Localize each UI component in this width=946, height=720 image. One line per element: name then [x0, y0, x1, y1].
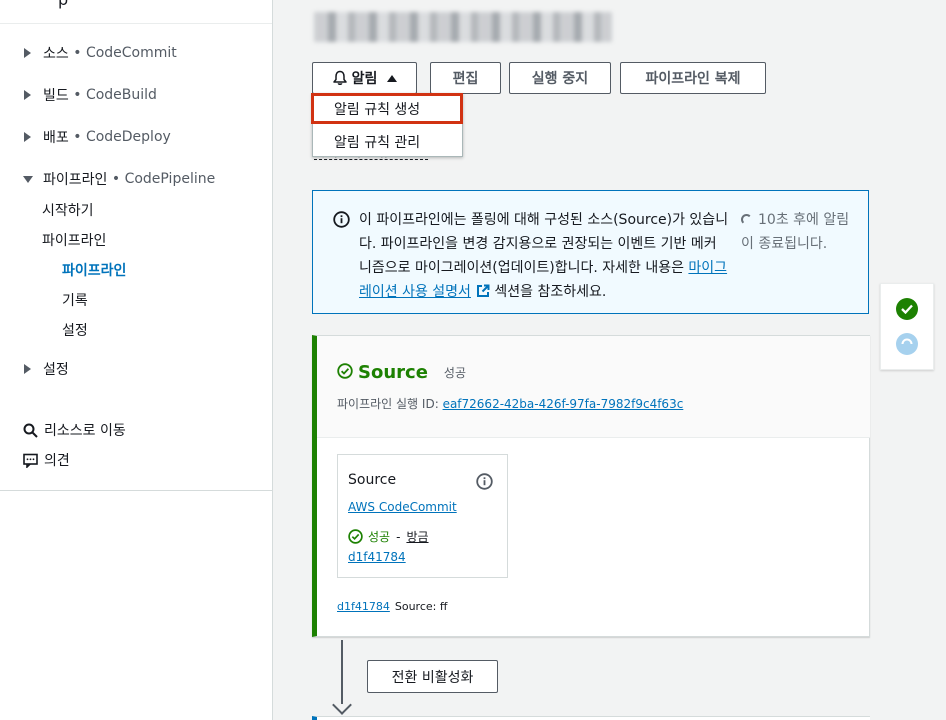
action-card-source: Source AWS CodeCommit 성공 - 방금 d1f41784 — [337, 454, 508, 578]
sidebar-group-label: 소스 — [43, 46, 69, 62]
sidebar-group-deploy[interactable]: 배포 • CodeDeploy — [22, 127, 171, 147]
stage-card-source: Source 성공 파이프라인 실행 ID: eaf72662-42ba-426… — [312, 335, 870, 637]
sidebar-util-label: 의견 — [44, 453, 70, 469]
pending-status-icon[interactable] — [896, 333, 918, 355]
sidebar-group-service: CodeCommit — [85, 45, 177, 61]
action-provider-link[interactable]: AWS CodeCommit — [348, 500, 457, 514]
main-content: 알림 편집 실행 중지 파이프라인 복제 파이프라인 유형: V1 알림 규칙 … — [274, 0, 946, 720]
execution-id-label: 파이프라인 실행 ID: — [337, 397, 439, 411]
caret-up-icon — [387, 74, 398, 82]
action-commit-link[interactable]: d1f41784 — [348, 550, 406, 564]
banner-message: 이 파이프라인에는 폴링에 대해 구성된 소스(Source)가 있습니다. 파… — [359, 208, 729, 306]
caret-right-icon — [24, 90, 31, 100]
stage-header: Source 성공 파이프라인 실행 ID: eaf72662-42ba-426… — [317, 336, 870, 438]
sidebar-group-service: CodeBuild — [85, 87, 157, 103]
sidebar-group-settings[interactable]: 설정 — [22, 359, 69, 379]
menu-item-create-notification-rule[interactable]: 알림 규칙 생성 — [311, 93, 463, 124]
notify-button-label: 알림 — [351, 71, 378, 87]
sidebar-divider — [0, 490, 272, 491]
action-status-time[interactable]: 방금 — [406, 528, 428, 545]
feedback-icon — [22, 452, 38, 468]
sidebar-header-title: p — [58, 0, 68, 9]
sidebar-group-build[interactable]: 빌드 • CodeBuild — [22, 85, 157, 105]
execution-id-row: 파이프라인 실행 ID: eaf72662-42ba-426f-97fa-798… — [337, 395, 683, 412]
stage-footer: d1f41784 Source: ff — [337, 600, 447, 613]
stage-name: Source — [358, 362, 428, 383]
sidebar-item-getting-started[interactable]: 시작하기 — [42, 200, 94, 220]
footer-commit-link[interactable]: d1f41784 — [337, 600, 390, 613]
next-stage-card — [312, 716, 870, 720]
sidebar-feedback[interactable]: 의견 — [22, 450, 70, 470]
arrow-down-icon — [332, 695, 352, 715]
sidebar-group-bullet: • — [68, 45, 86, 61]
caret-down-icon — [23, 175, 33, 183]
stage-status-strip — [880, 283, 934, 370]
sidebar-util-label: 리소스로 이동 — [44, 423, 126, 439]
sidebar-group-pipeline[interactable]: 파이프라인 • CodePipeline — [22, 169, 215, 189]
success-check-icon — [337, 362, 353, 383]
sidebar-item-pipelines-list[interactable]: 파이프라인 — [62, 260, 126, 280]
external-link-icon — [476, 282, 490, 306]
action-status: 성공 - 방금 — [348, 528, 429, 545]
sidebar: p 소스 • CodeCommit 빌드 • CodeBuild 배포 • Co… — [0, 0, 273, 720]
banner-countdown-text: 10초 후에 알림이 종료됩니다. — [741, 212, 850, 252]
stage-status: 성공 — [443, 366, 466, 380]
notify-dropdown-menu: 알림 규칙 생성 알림 규칙 관리 — [311, 93, 463, 157]
sidebar-group-service: CodeDeploy — [85, 129, 171, 145]
sidebar-item-pipeline-settings[interactable]: 설정 — [62, 320, 88, 340]
execution-id-link[interactable]: eaf72662-42ba-426f-97fa-7982f9c4f63c — [443, 397, 684, 411]
sidebar-item-pipelines[interactable]: 파이프라인 — [42, 230, 106, 250]
caret-right-icon — [24, 364, 31, 374]
sidebar-group-label: 빌드 — [43, 88, 69, 104]
clone-pipeline-button[interactable]: 파이프라인 복제 — [620, 62, 766, 94]
info-icon — [333, 211, 350, 232]
sidebar-group-label: 배포 — [43, 130, 69, 146]
sidebar-group-service: CodePipeline — [124, 171, 216, 187]
migration-info-banner: 이 파이프라인에는 폴링에 대해 구성된 소스(Source)가 있습니다. 파… — [312, 190, 869, 314]
action-title: Source — [348, 472, 397, 488]
success-check-icon[interactable] — [896, 298, 918, 320]
bell-icon — [332, 70, 348, 86]
menu-item-manage-notification-rules[interactable]: 알림 규칙 관리 — [313, 126, 462, 157]
sidebar-item-history[interactable]: 기록 — [62, 290, 88, 310]
stage-title: Source 성공 — [337, 362, 466, 383]
banner-countdown: 10초 후에 알림이 종료됩니다. — [741, 208, 853, 256]
caret-right-icon — [24, 48, 31, 58]
pipeline-name-redacted — [314, 12, 612, 42]
action-status-text: 성공 — [368, 530, 391, 544]
sidebar-group-bullet: • — [107, 171, 125, 187]
search-icon — [22, 422, 38, 438]
sidebar-go-to-resource[interactable]: 리소스로 이동 — [22, 420, 126, 440]
spinner-icon — [741, 214, 752, 225]
caret-right-icon — [24, 132, 31, 142]
success-check-icon — [348, 529, 363, 544]
edit-button[interactable]: 편집 — [430, 62, 501, 94]
sidebar-group-source[interactable]: 소스 • CodeCommit — [22, 43, 177, 63]
info-icon[interactable] — [476, 473, 493, 494]
footer-source-text: Source: ff — [394, 600, 448, 613]
sidebar-group-bullet: • — [68, 129, 86, 145]
banner-text-before-link: 이 파이프라인에는 폴링에 대해 구성된 소스(Source)가 있습니다. 파… — [359, 212, 729, 276]
banner-text-after-link: 섹션을 참조하세요. — [489, 284, 607, 300]
action-status-separator: - — [396, 529, 401, 544]
stop-execution-button[interactable]: 실행 중지 — [509, 62, 611, 94]
sidebar-group-label: 설정 — [43, 362, 69, 378]
disable-transition-button[interactable]: 전환 비활성화 — [367, 660, 498, 693]
sidebar-group-bullet: • — [68, 87, 86, 103]
sidebar-group-label: 파이프라인 — [43, 172, 108, 188]
notify-button[interactable]: 알림 — [312, 62, 417, 94]
sidebar-header: p — [0, 0, 272, 24]
